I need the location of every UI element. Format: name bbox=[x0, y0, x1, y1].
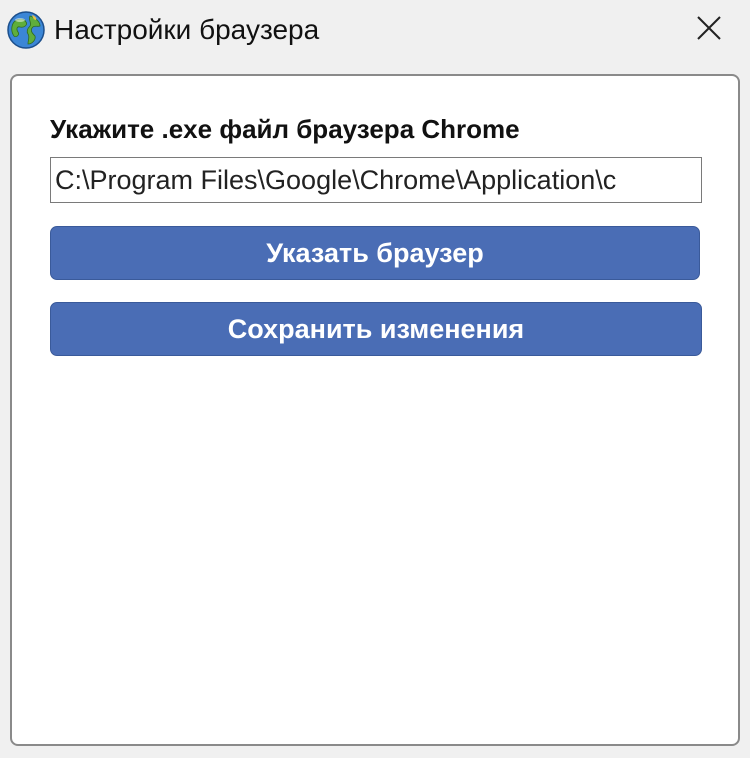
window-title: Настройки браузера bbox=[54, 14, 320, 45]
chrome-exe-label: Укажите .exe файл браузера Chrome bbox=[50, 114, 520, 144]
settings-panel: Укажите .exe файл браузера Chrome Указат… bbox=[10, 74, 740, 746]
close-button[interactable] bbox=[686, 8, 732, 52]
chrome-path-input[interactable] bbox=[50, 157, 702, 203]
title-bar: Настройки браузера bbox=[0, 0, 750, 60]
globe-icon bbox=[6, 10, 46, 50]
settings-window: Настройки браузера Укажите .exe файл бра… bbox=[0, 0, 750, 758]
save-changes-button[interactable]: Сохранить изменения bbox=[50, 302, 702, 356]
close-icon[interactable] bbox=[695, 14, 723, 47]
choose-browser-button[interactable]: Указать браузер bbox=[50, 226, 700, 280]
